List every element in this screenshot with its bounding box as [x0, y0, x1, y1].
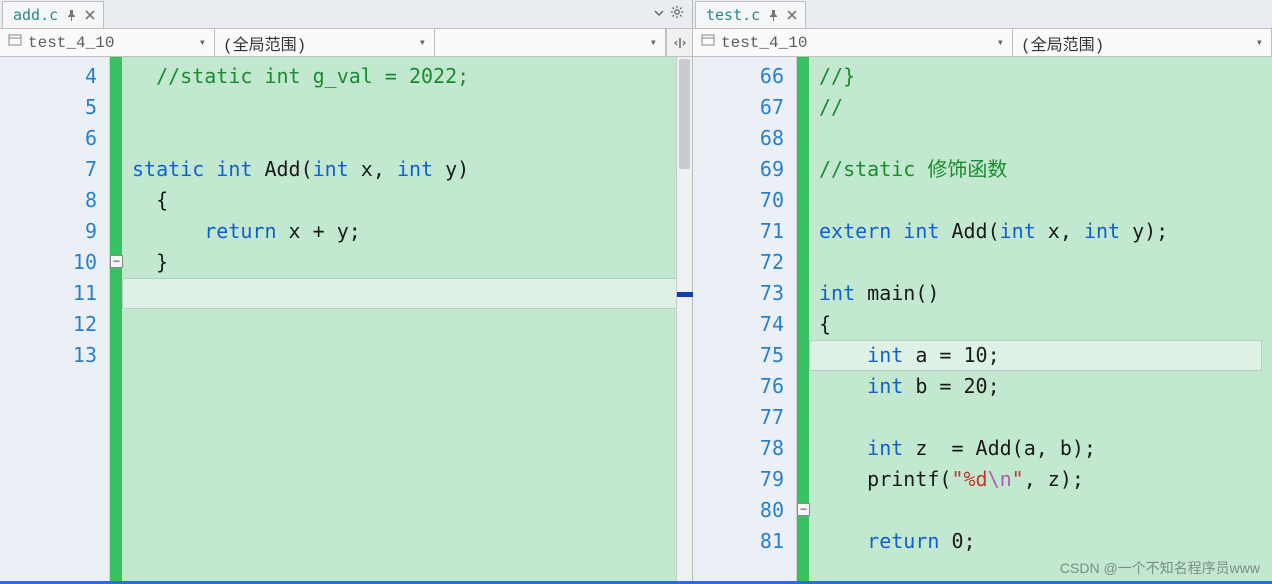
editor-pane-right: test.c test_4_10 ▾ (全局范围) ▾ 666768697071…: [693, 0, 1272, 584]
line-number-gutter: 66676869707172737475767778798081: [693, 57, 797, 584]
file-tab-test-c[interactable]: test.c: [695, 1, 806, 28]
change-marker-bar: [110, 57, 122, 584]
nav-dropdown-row: test_4_10 ▾ (全局范围) ▾ ▾: [0, 29, 692, 57]
scope-dropdown[interactable]: (全局范围) ▾: [215, 29, 435, 56]
scope-dropdown[interactable]: (全局范围) ▾: [1013, 29, 1272, 56]
code-content[interactable]: //} // //static 修饰函数 extern int Add(int …: [809, 57, 1272, 584]
chevron-down-icon: ▾: [199, 35, 206, 50]
close-icon[interactable]: [787, 10, 797, 20]
editor-pane-left: add.c test_4_10 ▾: [0, 0, 693, 584]
project-dropdown[interactable]: test_4_10 ▾: [693, 29, 1013, 56]
project-icon: [701, 33, 715, 52]
chevron-down-icon: ▾: [650, 35, 657, 50]
tab-label: add.c: [13, 6, 58, 24]
tab-label: test.c: [706, 6, 760, 24]
split-toggle-button[interactable]: [666, 29, 692, 56]
vertical-scrollbar[interactable]: [676, 57, 692, 584]
file-tab-add-c[interactable]: add.c: [2, 1, 104, 28]
project-name: test_4_10: [721, 34, 807, 52]
nav-dropdown-row: test_4_10 ▾ (全局范围) ▾: [693, 29, 1272, 57]
scope-label: (全局范围): [223, 31, 306, 55]
member-dropdown[interactable]: ▾: [435, 29, 666, 56]
project-dropdown[interactable]: test_4_10 ▾: [0, 29, 215, 56]
code-editor[interactable]: 45678910111213 //static int g_val = 2022…: [0, 57, 692, 584]
chevron-down-icon: ▾: [1256, 35, 1263, 50]
chevron-down-icon: ▾: [997, 35, 1004, 50]
tab-overflow-icon[interactable]: [654, 5, 664, 23]
code-content[interactable]: //static int g_val = 2022; −static int A…: [122, 57, 692, 584]
line-number-gutter: 45678910111213: [0, 57, 110, 584]
pin-icon[interactable]: [66, 10, 77, 21]
project-icon: [8, 33, 22, 52]
pin-icon[interactable]: [768, 10, 779, 21]
tab-bar: test.c: [693, 0, 1272, 29]
close-icon[interactable]: [85, 10, 95, 20]
chevron-down-icon: ▾: [419, 35, 426, 50]
gear-icon[interactable]: [670, 5, 684, 24]
code-editor[interactable]: 66676869707172737475767778798081 //} // …: [693, 57, 1272, 584]
scrollbar-thumb[interactable]: [679, 59, 690, 169]
project-name: test_4_10: [28, 34, 114, 52]
watermark-text: CSDN @一个不知名程序员www: [1060, 558, 1260, 578]
tab-bar: add.c: [0, 0, 692, 29]
scope-label: (全局范围): [1021, 31, 1104, 55]
